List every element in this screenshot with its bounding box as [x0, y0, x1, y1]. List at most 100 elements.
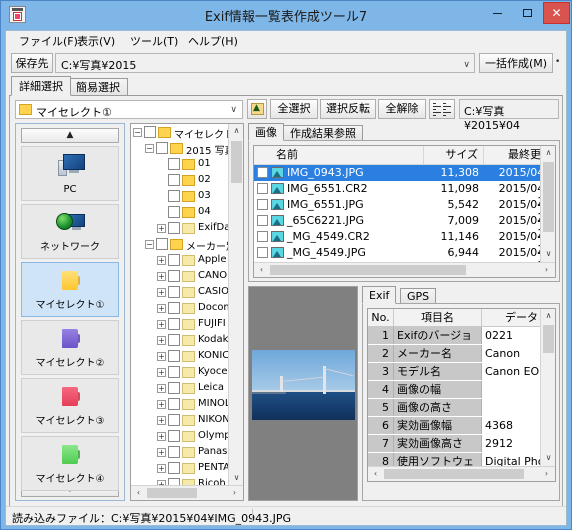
- tree-expander-icon[interactable]: +: [157, 256, 166, 265]
- exif-scroll-left-button[interactable]: ‹: [368, 467, 383, 481]
- tree-node-checkbox[interactable]: [168, 366, 180, 378]
- tree-expander-icon[interactable]: +: [157, 416, 166, 425]
- table-row[interactable]: 4 画像の幅: [368, 381, 555, 400]
- tree-node-checkbox[interactable]: [144, 126, 156, 138]
- batch-create-button[interactable]: 一括作成(M): [479, 53, 553, 73]
- column-header-no[interactable]: No.: [368, 309, 394, 326]
- tree-node-checkbox[interactable]: [168, 302, 180, 314]
- tab-exif[interactable]: Exif: [362, 286, 397, 304]
- save-destination-button[interactable]: 保存先: [11, 53, 53, 73]
- tree-expander-icon[interactable]: +: [157, 464, 166, 473]
- chevron-down-icon[interactable]: ∨: [463, 60, 470, 70]
- filelist-scroll-left-button[interactable]: ‹: [254, 263, 269, 277]
- table-row[interactable]: 1Exifのバージョン0221: [368, 327, 555, 359]
- exif-hscroll-thumb[interactable]: [384, 469, 524, 479]
- table-row[interactable]: 5 画像の高さ: [368, 399, 555, 418]
- table-row[interactable]: _MG_5802.JPG8,9662015/04/27 11:1: [254, 277, 540, 278]
- minimize-button[interactable]: [483, 2, 512, 24]
- file-row-checkbox[interactable]: [257, 183, 268, 194]
- place-item-myselect-4[interactable]: マイセレクト④: [21, 436, 119, 491]
- tree-expander-icon[interactable]: +: [157, 432, 166, 441]
- save-path-combobox[interactable]: C:¥写真¥2015 ∨: [55, 53, 475, 73]
- table-row[interactable]: IMG_6551.JPG5,5422015/04/27 11:3: [254, 197, 555, 224]
- table-row[interactable]: _MG_4549.JPG6,9442015/04/27 11:3: [254, 245, 555, 272]
- place-item-myselect-1[interactable]: マイセレクト①: [21, 262, 119, 317]
- tree-node-checkbox[interactable]: [168, 398, 180, 410]
- chevron-down-icon[interactable]: ∨: [230, 105, 237, 115]
- menu-tools[interactable]: ツール(T): [125, 34, 183, 49]
- maximize-button[interactable]: [513, 2, 542, 24]
- place-item-myselect-3[interactable]: マイセレクト③: [21, 378, 119, 433]
- tree-expander-icon[interactable]: +: [157, 448, 166, 457]
- tree-expander-icon[interactable]: +: [157, 352, 166, 361]
- tree-vertical-scrollbar[interactable]: ∧ ∨: [228, 124, 243, 486]
- place-item-myselect-2[interactable]: マイセレクト②: [21, 320, 119, 375]
- close-button[interactable]: ✕: [543, 2, 570, 24]
- file-row-checkbox[interactable]: [257, 167, 268, 178]
- tree-node-checkbox[interactable]: [168, 318, 180, 330]
- file-list-vertical-scrollbar[interactable]: ∧ ∨: [540, 146, 555, 262]
- tree-node-checkbox[interactable]: [168, 350, 180, 362]
- exif-scroll-down-button[interactable]: ∨: [541, 451, 555, 466]
- file-list[interactable]: 名前 サイズ 最終更新E ∧ IMG_0943.JPG11,3082015/04…: [253, 145, 556, 278]
- tree-node-checkbox[interactable]: [156, 142, 168, 154]
- places-scroll-up-button[interactable]: ▲: [21, 128, 119, 143]
- table-row[interactable]: IMG_0943.JPG11,3082015/04/27 11:2: [254, 165, 555, 192]
- table-row[interactable]: _MG_4549.CR211,1462015/04/27 11:3: [254, 229, 555, 256]
- table-row[interactable]: 7 実効画像高さ 2912: [368, 435, 555, 454]
- tree-hscroll-thumb[interactable]: [147, 488, 197, 498]
- file-row-checkbox[interactable]: [257, 199, 268, 210]
- table-row[interactable]: _65C6221.JPG7,0092015/04/27 11:1: [254, 213, 555, 240]
- tree-node-checkbox[interactable]: [168, 158, 180, 170]
- tree-node-checkbox[interactable]: [168, 414, 180, 426]
- exif-scroll-up-button[interactable]: ∧: [541, 309, 555, 324]
- table-row[interactable]: 3モデル名Canon EOS 5D: [368, 363, 555, 395]
- tab-images[interactable]: 画像: [248, 123, 284, 141]
- file-list-horizontal-scrollbar[interactable]: ‹ ›: [254, 262, 555, 277]
- current-path-field[interactable]: C:¥写真¥2015¥04: [459, 99, 559, 132]
- place-item-network[interactable]: ネットワーク: [21, 204, 119, 259]
- column-header-name[interactable]: 名前: [254, 146, 424, 164]
- tree-expander-icon[interactable]: −: [145, 240, 154, 249]
- tree-scroll-left-button[interactable]: ‹: [131, 486, 146, 500]
- tree-expander-icon[interactable]: +: [157, 304, 166, 313]
- filelist-scroll-down-button[interactable]: ∨: [541, 247, 555, 262]
- tree-node-checkbox[interactable]: [168, 462, 180, 474]
- tree-expander-icon[interactable]: +: [157, 288, 166, 297]
- table-row[interactable]: 6 実効画像幅 4368: [368, 417, 555, 436]
- column-header-size[interactable]: サイズ: [424, 146, 484, 164]
- clear-selection-button[interactable]: 全解除: [378, 99, 426, 119]
- exif-scroll-thumb[interactable]: [543, 325, 554, 353]
- tree-node-checkbox[interactable]: [168, 206, 180, 218]
- tab-gps[interactable]: GPS: [400, 288, 437, 304]
- filelist-scroll-thumb[interactable]: [543, 162, 554, 232]
- tree-node-checkbox[interactable]: [168, 334, 180, 346]
- tab-detailed-select[interactable]: 詳細選択: [11, 76, 71, 96]
- tree-expander-icon[interactable]: +: [157, 224, 166, 233]
- tree-expander-icon[interactable]: −: [133, 128, 142, 137]
- tab-results[interactable]: 作成結果参照: [283, 125, 363, 141]
- image-preview[interactable]: [248, 286, 358, 501]
- tree-scroll-down-button[interactable]: ∨: [229, 471, 243, 486]
- view-mode-button[interactable]: [429, 99, 455, 119]
- tree-node-checkbox[interactable]: [168, 430, 180, 442]
- invert-selection-button[interactable]: 選択反転: [320, 99, 376, 119]
- exif-vertical-scrollbar[interactable]: ∧ ∨: [540, 309, 555, 466]
- exif-scroll-right-button[interactable]: ›: [539, 467, 554, 481]
- place-item-pc[interactable]: PC: [21, 146, 119, 201]
- tree-node-checkbox[interactable]: [168, 286, 180, 298]
- table-row[interactable]: IMG_6551.CR211,0982015/04/27 11:3: [254, 181, 555, 208]
- folder-tree[interactable]: − マイセレクト① − 2015 写真01 02 03 04 + ExifDat − メーカー別 + A…: [130, 123, 244, 501]
- my-select-combobox[interactable]: マイセレクト① ∨: [15, 100, 243, 119]
- tree-node-checkbox[interactable]: [168, 382, 180, 394]
- tree-expander-icon[interactable]: +: [157, 368, 166, 377]
- filelist-scroll-up-button[interactable]: ∧: [541, 146, 555, 161]
- tree-expander-icon[interactable]: +: [157, 384, 166, 393]
- tree-node-checkbox[interactable]: [168, 254, 180, 266]
- tree-scroll-thumb[interactable]: [231, 141, 242, 183]
- tree-expander-icon[interactable]: +: [157, 336, 166, 345]
- tree-node-checkbox[interactable]: [168, 174, 180, 186]
- menu-view[interactable]: 表示(V): [72, 34, 120, 49]
- tab-simple-select[interactable]: 簡易選択: [68, 78, 128, 96]
- exif-table[interactable]: No. 項目名 データ ∧ 1Exifのバージョン02212メーカー名Canon…: [367, 308, 556, 482]
